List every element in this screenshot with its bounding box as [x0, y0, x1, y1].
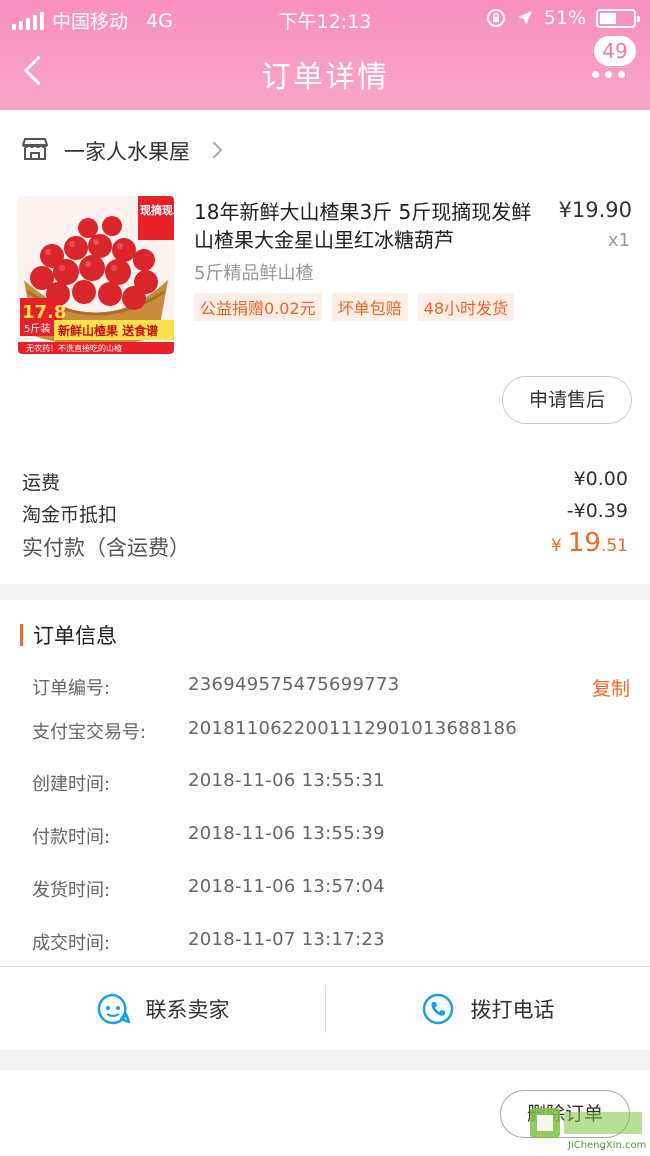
- copy-order-number-button[interactable]: 复制: [592, 674, 630, 701]
- status-bar: 中国移动 4G 下午12:13 51%: [0, 0, 650, 38]
- thumbnail-footer: 无农药！不洗直接吃的山楂: [26, 343, 122, 353]
- info-label: 支付宝交易号:: [32, 722, 147, 743]
- info-value: 2018110622001112901013688186: [188, 718, 518, 739]
- store-row[interactable]: 一家人水果屋: [0, 130, 650, 170]
- more-menu-button[interactable]: [588, 64, 628, 84]
- message-count-badge[interactable]: 49: [594, 36, 636, 66]
- call-phone-button[interactable]: 拨打电话: [325, 967, 650, 1051]
- product-price: ¥19.90: [558, 198, 632, 222]
- site-watermark: JiChengXin.com: [530, 1108, 646, 1151]
- chevron-right-icon: [205, 141, 223, 159]
- info-value: 2018-11-06 13:55:39: [188, 823, 385, 844]
- info-label: 付款时间:: [32, 827, 111, 848]
- header: 中国移动 4G 下午12:13 51% 订单详情 49: [0, 0, 650, 110]
- product-thumbnail[interactable]: 17.8 5斤装 现摘现发 新鲜山楂果 送食谱 无农药！不洗直接吃的山楂: [18, 196, 174, 354]
- watermark-text: JiChengXin.com: [567, 1140, 646, 1151]
- heading-accent-bar: [20, 624, 23, 646]
- contact-seller-label: 联系卖家: [145, 998, 230, 1022]
- page-title: 订单详情: [261, 60, 389, 95]
- shipping-fee-row: 运费 ¥0.00: [22, 468, 628, 495]
- order-info-title: 订单信息: [33, 624, 117, 648]
- product-title[interactable]: 18年新鲜大山楂果3斤 5斤现摘现发鲜山楂果大金星山里红冰糖葫芦: [194, 198, 544, 254]
- info-value: 2018-11-06 13:57:04: [188, 876, 385, 897]
- info-value: 236949575475699773: [188, 674, 400, 695]
- service-tag: 48小时发货: [417, 293, 514, 321]
- battery-percent: 51%: [543, 7, 586, 29]
- service-tag: 公益捐赠0.02元: [194, 293, 322, 321]
- total-paid-label: 实付款（含运费）: [22, 536, 190, 560]
- order-item-card: 一家人水果屋 17.8 5斤装 现摘现发: [0, 110, 650, 584]
- coins-deduction-value: -¥0.39: [566, 500, 628, 522]
- store-name: 一家人水果屋: [64, 140, 190, 164]
- shipping-fee-label: 运费: [22, 472, 61, 494]
- service-tag: 坏单包赔: [331, 293, 408, 321]
- total-currency: ¥: [550, 536, 562, 556]
- location-arrow-icon: [517, 11, 532, 25]
- total-integer: 19: [567, 528, 601, 558]
- apply-after-sale-button[interactable]: 申请售后: [502, 376, 632, 424]
- contact-seller-button[interactable]: 联系卖家: [0, 967, 325, 1051]
- thumbnail-badge-unit: 5斤装: [24, 322, 50, 335]
- contact-bar: 联系卖家 拨打电话: [0, 966, 650, 1050]
- info-value: 2018-11-07 13:17:23: [188, 929, 385, 950]
- total-decimal: .51: [600, 536, 628, 556]
- info-label: 发货时间:: [32, 880, 111, 901]
- thumbnail-badge-top: 现摘现发: [140, 203, 174, 217]
- phone-icon: [422, 993, 453, 1025]
- service-tags: 公益捐赠0.02元 坏单包赔 48小时发货: [194, 293, 514, 321]
- thumbnail-badge-price: 17.8: [22, 302, 66, 323]
- call-phone-label: 拨打电话: [470, 998, 555, 1022]
- rotation-lock-icon: [486, 9, 505, 27]
- order-info-card: 订单信息 订单编号: 236949575475699773 复制 支付宝交易号:…: [0, 600, 650, 966]
- order-info-heading: 订单信息: [20, 620, 117, 650]
- coins-deduction-row: 淘金币抵扣 -¥0.39: [22, 500, 628, 527]
- product-quantity: x1: [607, 230, 630, 251]
- total-paid-row: 实付款（含运费） ¥ 19.51: [22, 528, 628, 562]
- product-sku: 5斤精品鲜山楂: [194, 263, 314, 284]
- info-label: 创建时间:: [32, 774, 111, 795]
- total-paid-value: ¥ 19.51: [551, 528, 628, 558]
- info-label: 成交时间:: [32, 933, 111, 954]
- info-label: 订单编号:: [32, 678, 111, 699]
- thumbnail-banner: 新鲜山楂果 送食谱: [58, 323, 158, 338]
- store-icon: [22, 138, 48, 160]
- coins-deduction-label: 淘金币抵扣: [22, 504, 118, 526]
- shipping-fee-value: ¥0.00: [573, 468, 628, 490]
- chat-bubble-icon: [97, 993, 130, 1025]
- battery-icon: [596, 8, 640, 28]
- bottom-action-bar: 删除订单 JiChengXin.com: [0, 1070, 650, 1156]
- info-value: 2018-11-06 13:55:31: [188, 770, 385, 791]
